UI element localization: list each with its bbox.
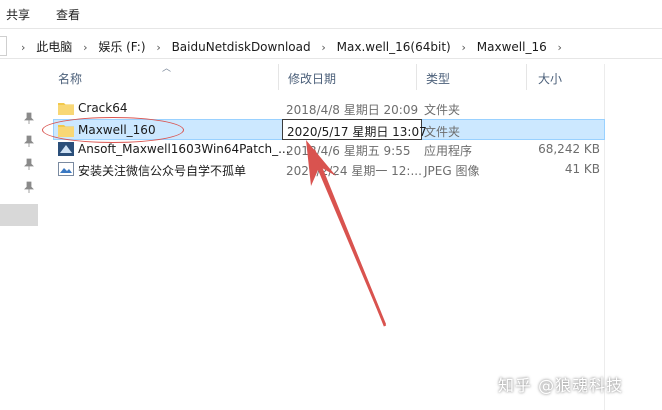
- watermark: 知乎 @狼魂科技: [498, 376, 624, 395]
- annotation-arrow: [306, 140, 387, 327]
